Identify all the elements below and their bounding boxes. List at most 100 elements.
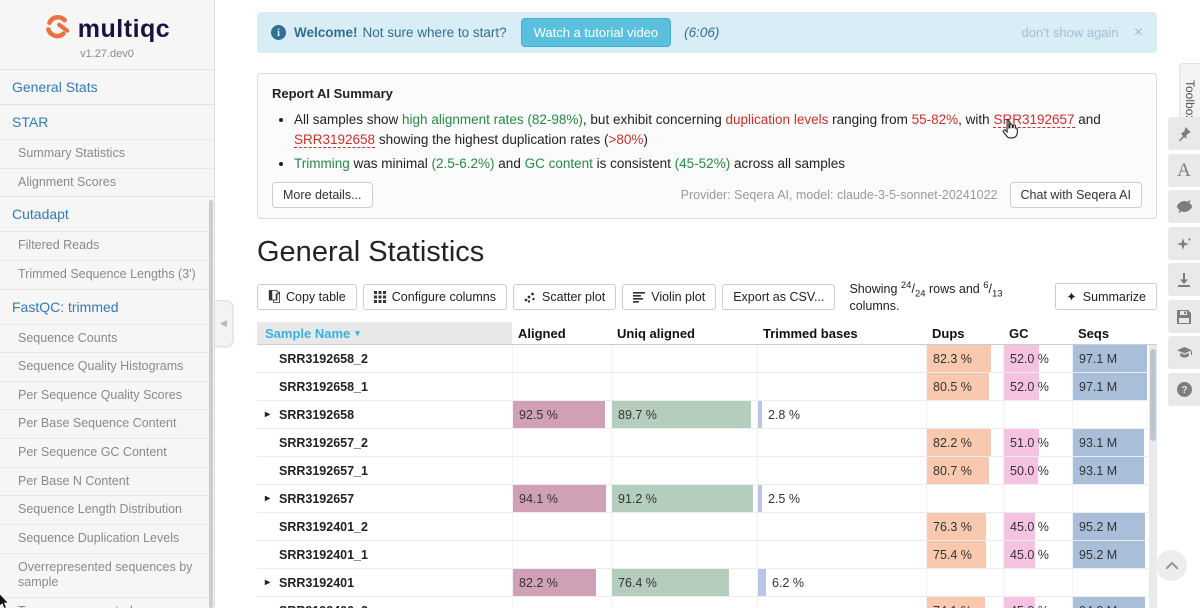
cell-value: 80.7 % xyxy=(927,457,1003,484)
showing-summary: Showing 24/24 rows and 6/13 columns. xyxy=(849,280,1049,314)
table-cell-gc: 45.0 % xyxy=(1003,597,1072,608)
scatter-plot-button[interactable]: Scatter plot xyxy=(513,284,616,310)
main-content: i Welcome! Not sure where to start? Watc… xyxy=(257,0,1157,608)
sidebar-item-sequence-quality-histograms[interactable]: Sequence Quality Histograms xyxy=(0,352,214,381)
sidebar-item-fastqc-trimmed[interactable]: FastQC: trimmed xyxy=(0,289,214,324)
sidebar-item-top-overrepresented-sequences[interactable]: Top overrepresented sequences xyxy=(0,597,214,608)
tutorial-icon[interactable] xyxy=(1168,336,1200,369)
sample-name-cell[interactable]: SRR3192401_2 xyxy=(257,513,512,540)
sidebar: multiqc v1.27.dev0 General StatsSTARSumm… xyxy=(0,0,215,608)
sidebar-item-overrepresented-sequences-by-sample[interactable]: Overrepresented sequences by sample xyxy=(0,553,214,597)
sample-name-cell[interactable]: ▸SRR3192401 xyxy=(257,569,512,596)
table-row: ▸SRR319265794.1 %91.2 %2.5 % xyxy=(257,485,1157,513)
column-header-trimmed[interactable]: Trimmed bases xyxy=(757,322,926,344)
table-cell-uniq xyxy=(611,457,757,484)
table-row: SRR3192657_282.2 %51.0 %93.1 M xyxy=(257,429,1157,457)
column-header-dups[interactable]: Dups xyxy=(926,322,1003,344)
cell-value: 52.0 % xyxy=(1004,373,1072,400)
export-csv-button[interactable]: Export as CSV... xyxy=(722,284,835,310)
watch-tutorial-button[interactable]: Watch a tutorial video xyxy=(521,18,672,47)
sample-name-cell[interactable]: SRR3192657_2 xyxy=(257,429,512,456)
table-cell-trimmed xyxy=(757,541,926,568)
sidebar-item-star[interactable]: STAR xyxy=(0,104,214,139)
expand-caret-icon[interactable]: ▸ xyxy=(265,577,279,588)
table-cell-seqs xyxy=(1072,569,1149,596)
table-cell-aligned xyxy=(512,541,611,568)
download-icon[interactable] xyxy=(1168,263,1200,296)
sample-name-cell[interactable]: SRR3192401_1 xyxy=(257,541,512,568)
sidebar-item-general-stats[interactable]: General Stats xyxy=(0,69,214,104)
welcome-label: Welcome! xyxy=(294,25,358,40)
cell-value: 94.9 M xyxy=(1073,597,1149,608)
cell-value: 76.3 % xyxy=(927,513,1003,540)
pin-icon[interactable] xyxy=(1168,117,1200,150)
sidebar-item-per-base-sequence-content[interactable]: Per Base Sequence Content xyxy=(0,409,214,438)
cell-value: 93.1 M xyxy=(1073,429,1149,456)
sample-link[interactable]: SRR3192658 xyxy=(294,132,375,148)
sample-name-cell[interactable]: SRR3192657_1 xyxy=(257,457,512,484)
sidebar-nav: General StatsSTARSummary StatisticsAlign… xyxy=(0,69,214,608)
hide-samples-icon[interactable] xyxy=(1168,190,1200,223)
highlight-text-icon[interactable]: A xyxy=(1168,154,1200,187)
sidebar-collapse-handle[interactable]: ◀ xyxy=(215,300,233,347)
sample-name: SRR3192658 xyxy=(279,408,354,422)
sidebar-item-sequence-counts[interactable]: Sequence Counts xyxy=(0,324,214,353)
sample-name-cell[interactable]: ▸SRR3192658 xyxy=(257,401,512,428)
save-icon[interactable] xyxy=(1168,300,1200,333)
sample-name-cell[interactable]: SRR3192658_2 xyxy=(257,345,512,372)
table-cell-dups: 82.2 % xyxy=(926,429,1003,456)
ai-text-segment: was minimal xyxy=(350,156,432,171)
scroll-to-top-button[interactable] xyxy=(1156,550,1187,581)
sample-name-cell[interactable]: SRR3192400_2 xyxy=(257,597,512,608)
column-header-gc[interactable]: GC xyxy=(1003,322,1072,344)
table-header-row: Sample Name▾AlignedUniq alignedTrimmed b… xyxy=(257,322,1157,345)
column-header-name[interactable]: Sample Name▾ xyxy=(257,322,512,344)
table-cell-seqs: 95.2 M xyxy=(1072,541,1149,568)
sidebar-item-trimmed-sequence-lengths-3-[interactable]: Trimmed Sequence Lengths (3') xyxy=(0,260,214,289)
configure-columns-button[interactable]: Configure columns xyxy=(363,284,507,310)
dont-show-again-link[interactable]: don't show again xyxy=(1021,25,1118,40)
expand-caret-icon[interactable]: ▸ xyxy=(265,409,279,420)
sidebar-item-sequence-length-distribution[interactable]: Sequence Length Distribution xyxy=(0,495,214,524)
sidebar-item-alignment-scores[interactable]: Alignment Scores xyxy=(0,168,214,197)
sample-name-cell[interactable]: SRR3192658_1 xyxy=(257,373,512,400)
app-logo[interactable]: multiqc v1.27.dev0 xyxy=(0,0,214,69)
ai-text-segment: , with xyxy=(958,112,993,127)
summarize-button[interactable]: ✦ Summarize xyxy=(1055,283,1157,310)
violin-plot-button[interactable]: Violin plot xyxy=(622,284,716,310)
table-cell-trimmed xyxy=(757,373,926,400)
table-cell-uniq xyxy=(611,513,757,540)
column-header-seqs[interactable]: Seqs xyxy=(1072,322,1149,344)
sidebar-item-cutadapt[interactable]: Cutadapt xyxy=(0,196,214,231)
help-icon[interactable]: ? xyxy=(1168,373,1200,406)
cell-value: 45.0 % xyxy=(1004,541,1072,568)
grid-icon xyxy=(374,291,386,303)
sidebar-item-per-sequence-quality-scores[interactable]: Per Sequence Quality Scores xyxy=(0,381,214,410)
ai-text-segment: 55-82% xyxy=(912,112,959,127)
more-details-button[interactable]: More details... xyxy=(272,182,373,208)
chat-seqera-button[interactable]: Chat with Seqera AI xyxy=(1010,182,1142,208)
sidebar-item-per-base-n-content[interactable]: Per Base N Content xyxy=(0,467,214,496)
ai-text-segment: , but exhibit concerning xyxy=(583,112,726,127)
close-icon[interactable]: × xyxy=(1134,24,1143,42)
ai-text-segment: showing the highest duplication rates ( xyxy=(375,132,608,147)
table-row: ▸SRR319240182.2 %76.4 %6.2 % xyxy=(257,569,1157,597)
ai-text-segment: ranging from xyxy=(828,112,911,127)
sample-link[interactable]: SRR3192657 xyxy=(993,112,1074,128)
ai-sparkle-icon[interactable] xyxy=(1168,227,1200,260)
table-cell-dups: 75.4 % xyxy=(926,541,1003,568)
sidebar-item-sequence-duplication-levels[interactable]: Sequence Duplication Levels xyxy=(0,524,214,553)
sidebar-item-filtered-reads[interactable]: Filtered Reads xyxy=(0,231,214,260)
column-header-uniq[interactable]: Uniq aligned xyxy=(611,322,757,344)
table-cell-aligned xyxy=(512,597,611,608)
copy-table-button[interactable]: Copy table xyxy=(257,284,357,310)
cell-value: 94.1 % xyxy=(513,485,611,512)
sidebar-item-summary-statistics[interactable]: Summary Statistics xyxy=(0,139,214,168)
expand-caret-icon[interactable]: ▸ xyxy=(265,493,279,504)
column-header-aligned[interactable]: Aligned xyxy=(512,322,611,344)
sidebar-item-per-sequence-gc-content[interactable]: Per Sequence GC Content xyxy=(0,438,214,467)
sidebar-scrollbar[interactable] xyxy=(209,200,213,608)
sample-name-cell[interactable]: ▸SRR3192657 xyxy=(257,485,512,512)
cell-value: 74.1 % xyxy=(927,597,1003,608)
table-cell-seqs xyxy=(1072,401,1149,428)
